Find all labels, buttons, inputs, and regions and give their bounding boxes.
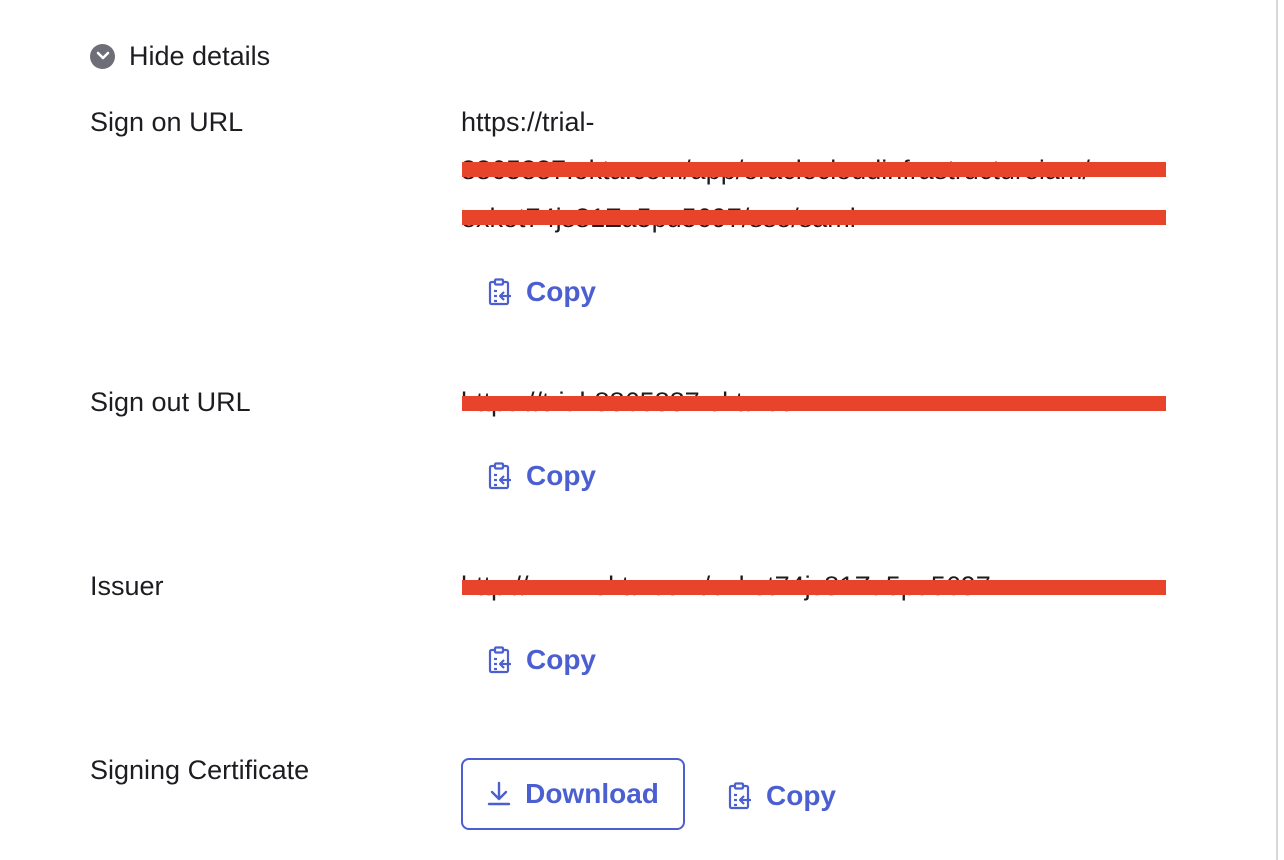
sign-on-url-line: https://trial- — [461, 107, 595, 137]
copy-sign-out-url-button[interactable]: Copy — [488, 460, 596, 492]
copy-label: Copy — [766, 780, 836, 811]
clipboard-copy-icon — [488, 462, 514, 490]
copy-label: Copy — [526, 644, 596, 675]
copy-certificate-button[interactable]: Copy — [728, 780, 836, 812]
copy-sign-on-url-button[interactable]: Copy — [488, 276, 596, 308]
chevron-down-icon — [90, 43, 115, 69]
hide-details-label: Hide details — [129, 40, 271, 71]
panel-divider — [1276, 0, 1278, 860]
issuer-label: Issuer — [90, 571, 164, 601]
idp-details-panel: Hide details Sign on URL https://trial- … — [0, 0, 1284, 860]
copy-label: Copy — [526, 460, 596, 491]
copy-issuer-button[interactable]: Copy — [488, 644, 596, 676]
clipboard-copy-icon — [728, 782, 754, 810]
redaction-mark — [462, 580, 1166, 595]
redaction-mark — [462, 162, 1166, 177]
clipboard-copy-icon — [488, 278, 514, 306]
download-icon — [487, 780, 513, 808]
download-certificate-button[interactable]: Download — [461, 758, 685, 830]
download-label: Download — [525, 778, 659, 809]
signing-certificate-label: Signing Certificate — [90, 755, 310, 785]
redaction-mark — [462, 210, 1166, 225]
redaction-mark — [462, 396, 1166, 411]
sign-on-url-label: Sign on URL — [90, 107, 244, 137]
copy-label: Copy — [526, 276, 596, 307]
hide-details-toggle[interactable]: Hide details — [90, 38, 270, 74]
sign-out-url-label: Sign out URL — [90, 387, 251, 417]
clipboard-copy-icon — [488, 646, 514, 674]
